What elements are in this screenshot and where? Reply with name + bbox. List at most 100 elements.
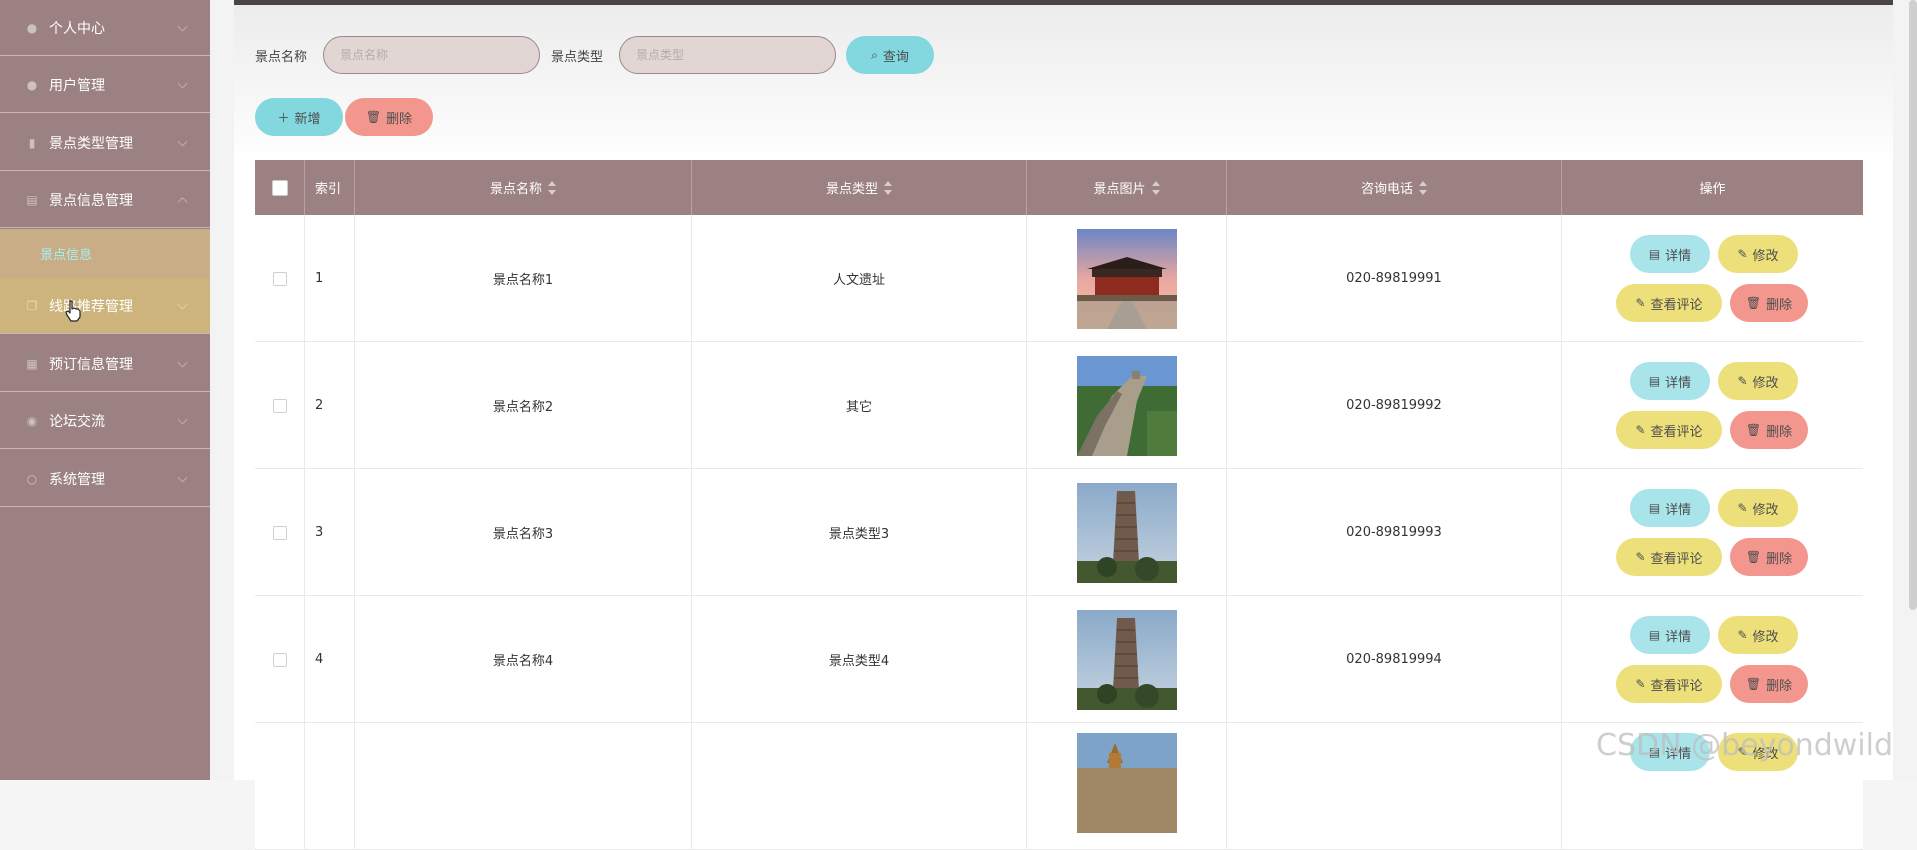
- row-checkbox[interactable]: [272, 271, 287, 286]
- view-comments-button-label: 查看评论: [1650, 678, 1703, 694]
- detail-button-label: 详情: [1665, 629, 1692, 645]
- copy-icon: ❐: [26, 298, 38, 313]
- row-image-cell: [1027, 215, 1227, 342]
- list-icon: ▤: [26, 192, 38, 207]
- row-checkbox[interactable]: [272, 652, 287, 667]
- batch-delete-button[interactable]: 🗑 删除: [345, 98, 433, 136]
- header-scenic-image[interactable]: 景点图片: [1027, 160, 1227, 215]
- scenic-type-label: 景点类型: [551, 50, 604, 65]
- sort-icon[interactable]: [1419, 180, 1427, 195]
- detail-button[interactable]: ▤ 详情: [1630, 489, 1710, 527]
- detail-button-label: 详情: [1665, 375, 1692, 391]
- row-index: 3: [315, 525, 324, 540]
- edit-icon: ✎: [1737, 374, 1748, 388]
- table-row: 3 景点名称3 景点类型3 020-89819993 ▤ 详情 ✎ 修改 ✎ 查看评论 🗑 删除: [255, 469, 1863, 596]
- row-image-cell: [1027, 596, 1227, 723]
- detail-button[interactable]: ▤ 详情: [1630, 616, 1710, 654]
- trash-icon: 🗑: [1745, 296, 1762, 310]
- header-action: 操作: [1562, 160, 1863, 215]
- scenic-type-input[interactable]: 景点类型: [619, 36, 836, 74]
- detail-button-label: 详情: [1665, 502, 1692, 518]
- document-icon: ▤: [1648, 501, 1661, 515]
- row-checkbox[interactable]: [272, 398, 287, 413]
- pagoda-photo: [1076, 609, 1177, 710]
- row-scenic-name: 景点名称2: [492, 400, 554, 415]
- search-icon: ⌕: [871, 47, 878, 62]
- view-comments-button[interactable]: ✎ 查看评论: [1616, 411, 1722, 449]
- row-checkbox[interactable]: [272, 525, 287, 540]
- trash-icon: 🗑: [1745, 550, 1762, 564]
- add-button-label: 新增: [294, 111, 321, 127]
- detail-button[interactable]: ▤ 详情: [1630, 362, 1710, 400]
- row-phone-cell: 020-89819993: [1227, 469, 1562, 596]
- edit-button[interactable]: ✎ 修改: [1718, 489, 1798, 527]
- row-index-cell: [305, 723, 355, 850]
- sidebar-item-route-recommend-management[interactable]: ❐ 线路推荐管理: [0, 278, 210, 334]
- sort-icon[interactable]: [1151, 180, 1160, 195]
- edit-button[interactable]: ✎ 修改: [1718, 235, 1798, 273]
- row-scenic-type: 人文遗址: [832, 273, 885, 288]
- row-select-cell: [255, 342, 305, 469]
- row-select-cell: [255, 723, 305, 850]
- submenu-item-scenic-info[interactable]: 景点信息: [0, 229, 210, 278]
- sidebar-item-system-management[interactable]: ○ 系统管理: [0, 451, 210, 507]
- row-index: 4: [315, 652, 324, 667]
- row-action-cell: ▤ 详情 ✎ 修改 ✎ 查看评论 🗑 删除: [1562, 215, 1863, 342]
- delete-button[interactable]: 🗑 删除: [1730, 538, 1808, 576]
- query-button[interactable]: ⌕ 查询: [846, 36, 934, 74]
- view-comments-button[interactable]: ✎ 查看评论: [1616, 538, 1722, 576]
- header-scenic-type[interactable]: 景点类型: [692, 160, 1027, 215]
- sidebar-item-booking-management[interactable]: ▦ 预订信息管理: [0, 336, 210, 392]
- row-image-cell: [1027, 723, 1227, 850]
- edit-icon: ✎: [1635, 550, 1646, 564]
- row-phone: 020-89819992: [1346, 398, 1442, 413]
- view-comments-button-label: 查看评论: [1650, 424, 1703, 440]
- sidebar-item-label: 论坛交流: [49, 413, 105, 430]
- sort-icon[interactable]: [548, 180, 556, 195]
- users-icon: ●: [26, 77, 38, 92]
- sidebar-item-label: 景点信息管理: [49, 192, 133, 209]
- edit-icon: ✎: [1635, 296, 1646, 310]
- select-all-checkbox[interactable]: [271, 179, 288, 196]
- detail-button[interactable]: ▤ 详情: [1630, 235, 1710, 273]
- chevron-down-icon: [177, 472, 188, 483]
- document-icon: ▤: [1648, 628, 1661, 642]
- delete-button[interactable]: 🗑 删除: [1730, 284, 1808, 322]
- sidebar-item-scenic-type-management[interactable]: ▮ 景点类型管理: [0, 115, 210, 171]
- header-index-label: 索引: [315, 182, 342, 197]
- scenic-name-input[interactable]: 景点名称: [323, 36, 540, 74]
- sidebar-item-personal-center[interactable]: ● 个人中心: [0, 0, 210, 56]
- row-phone: 020-89819991: [1346, 271, 1442, 286]
- header-phone[interactable]: 咨询电话: [1227, 160, 1562, 215]
- header-phone-label: 咨询电话: [1360, 182, 1413, 197]
- plus-icon: ＋: [277, 110, 290, 125]
- header-scenic-name[interactable]: 景点名称: [355, 160, 692, 215]
- sidebar-item-forum[interactable]: ◉ 论坛交流: [0, 393, 210, 449]
- edit-button-label: 修改: [1752, 629, 1779, 645]
- edit-button[interactable]: ✎ 修改: [1718, 616, 1798, 654]
- sidebar-item-scenic-info-management[interactable]: ▤ 景点信息管理: [0, 172, 210, 228]
- add-button[interactable]: ＋ 新增: [255, 98, 343, 136]
- view-comments-button[interactable]: ✎ 查看评论: [1616, 284, 1722, 322]
- delete-button[interactable]: 🗑 删除: [1730, 665, 1808, 703]
- header-image-label: 景点图片: [1093, 182, 1146, 197]
- header-select-all[interactable]: [255, 160, 305, 215]
- edit-icon: ✎: [1635, 423, 1646, 437]
- row-image-cell: [1027, 342, 1227, 469]
- scenic-name-label: 景点名称: [255, 50, 308, 65]
- sidebar-item-user-management[interactable]: ● 用户管理: [0, 57, 210, 113]
- row-index-cell: 3: [305, 469, 355, 596]
- edit-button[interactable]: ✎ 修改: [1718, 362, 1798, 400]
- calendar-icon: ▦: [26, 356, 38, 371]
- delete-button[interactable]: 🗑 删除: [1730, 411, 1808, 449]
- chevron-down-icon: [177, 136, 188, 147]
- row-select-cell: [255, 215, 305, 342]
- edit-icon: ✎: [1737, 247, 1748, 261]
- header-action-label: 操作: [1699, 182, 1726, 197]
- header-index: 索引: [305, 160, 355, 215]
- sort-icon[interactable]: [884, 180, 892, 195]
- scrollbar[interactable]: [1909, 0, 1917, 610]
- row-phone: 020-89819994: [1346, 652, 1442, 667]
- view-comments-button[interactable]: ✎ 查看评论: [1616, 665, 1722, 703]
- row-name-cell: 景点名称4: [355, 596, 692, 723]
